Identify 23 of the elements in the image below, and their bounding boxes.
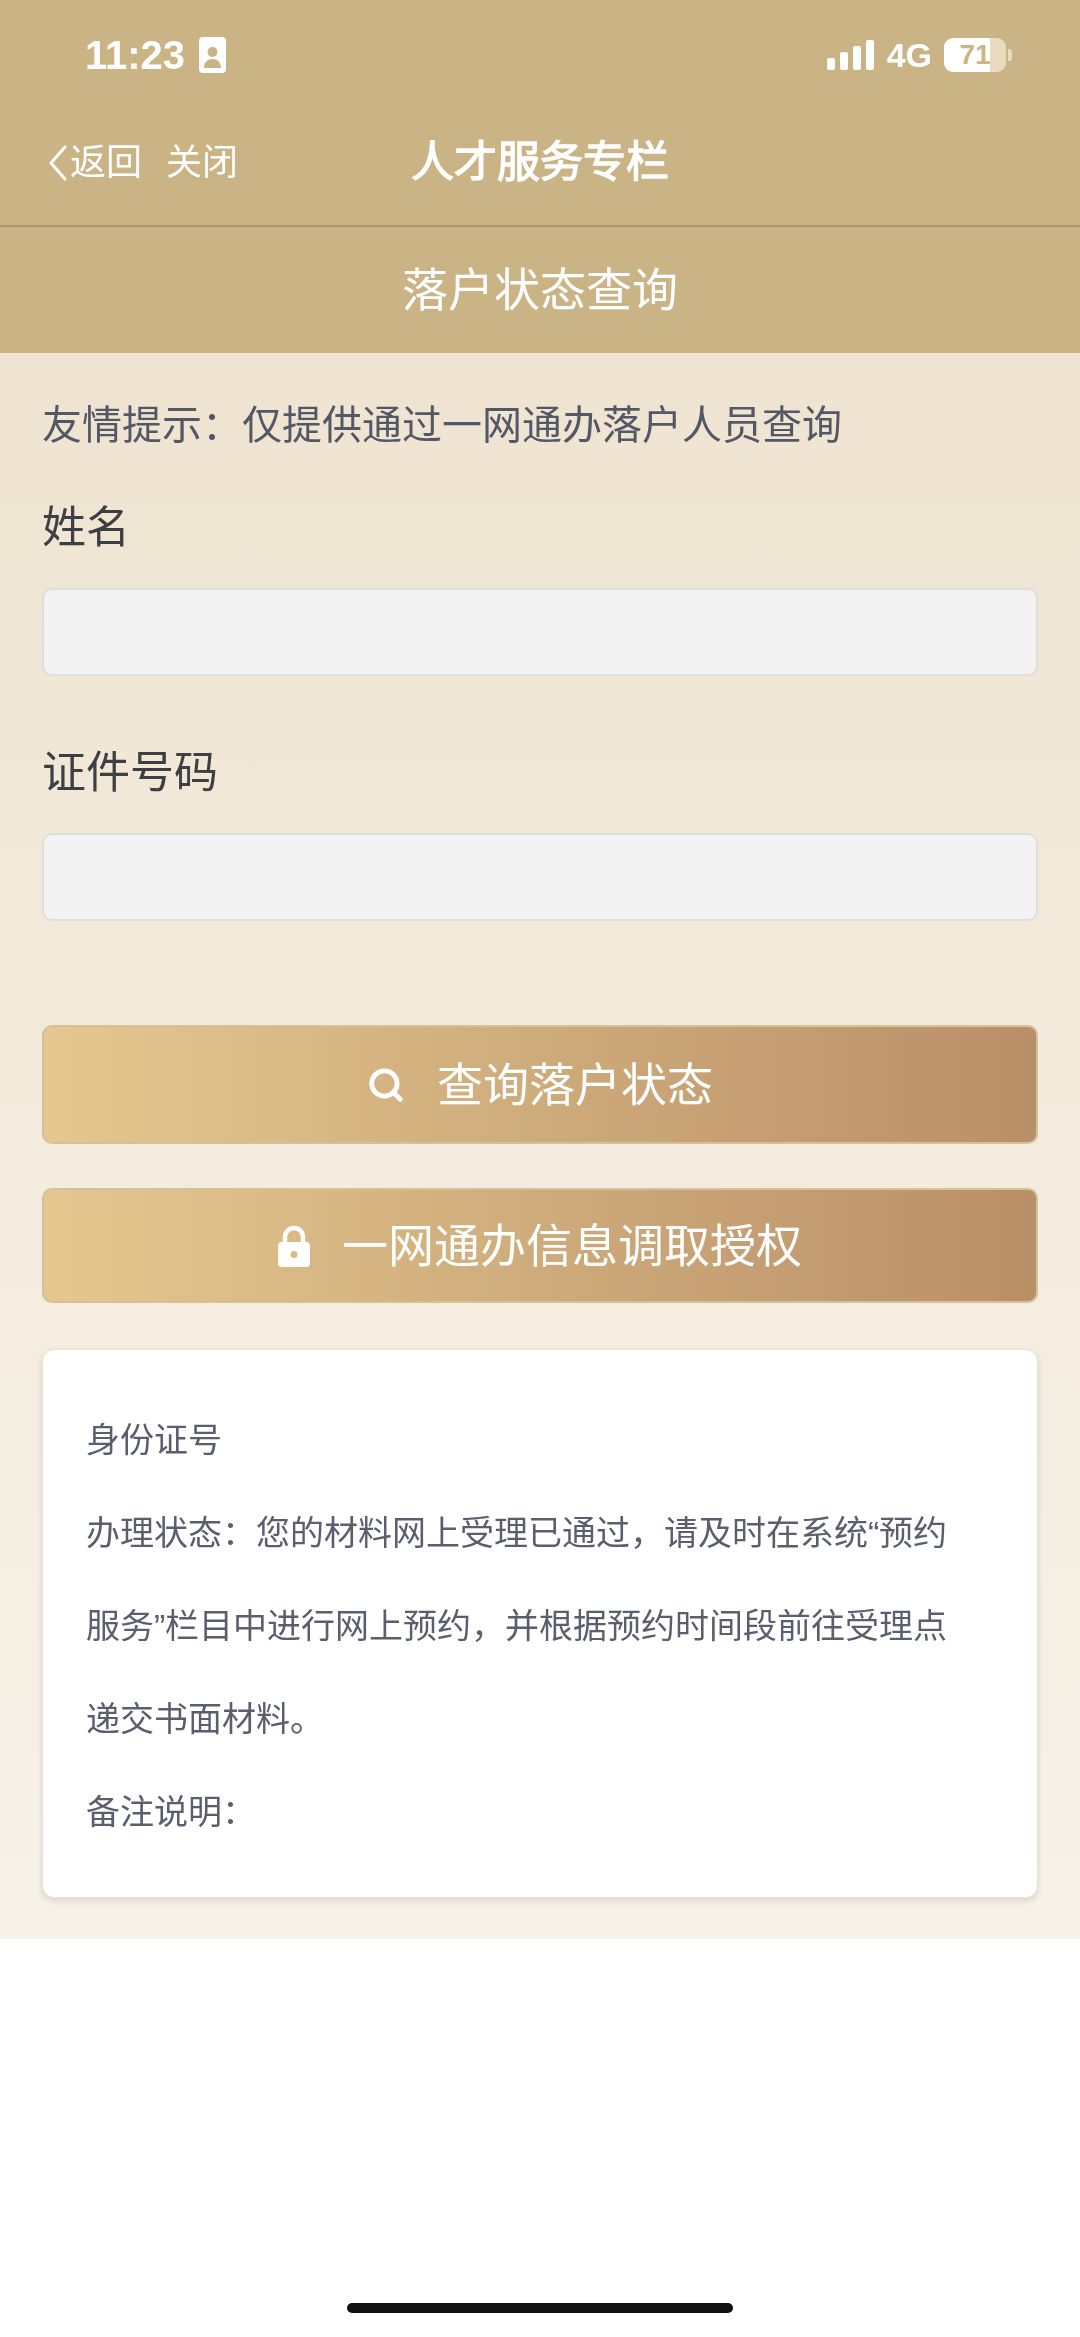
battery-level: 71 [944, 38, 1006, 72]
battery-cap-icon [1008, 49, 1012, 61]
back-chevron-icon [48, 144, 68, 181]
signal-icon [826, 40, 875, 70]
field-label: 证件号码 [42, 748, 219, 798]
result-label: 备注说明： [86, 1792, 257, 1833]
search-icon [367, 1065, 405, 1104]
query-button[interactable]: 查询落户状态 [42, 1025, 1038, 1144]
close-button[interactable]: 关闭 [166, 144, 238, 181]
contact-card-icon [199, 37, 227, 73]
field-label: 姓名 [42, 503, 131, 553]
authorize-button[interactable]: 一网通办信息调取授权 [42, 1188, 1038, 1303]
back-button[interactable]: 返回 [48, 144, 142, 181]
notice-text: 友情提示：仅提供通过一网通办落户人员查询 [42, 402, 843, 449]
status-paragraph: 办理状态：您的材料网上受理已通过，请及时在系统“预约服务”栏目中进行网上预约，并根据预约时间段前往受理点递交书面材料。 [86, 1513, 949, 1740]
nav-title: 人才服务专栏 [411, 141, 669, 184]
status-time: 11:23 [85, 35, 186, 75]
input-field[interactable] [42, 833, 1038, 921]
input-field[interactable] [42, 588, 1038, 676]
result-label: 身份证号 [86, 1420, 223, 1461]
page-title: 落户状态查询 [402, 267, 678, 313]
network-type: 4G [886, 38, 932, 72]
lock-icon [278, 1224, 310, 1267]
